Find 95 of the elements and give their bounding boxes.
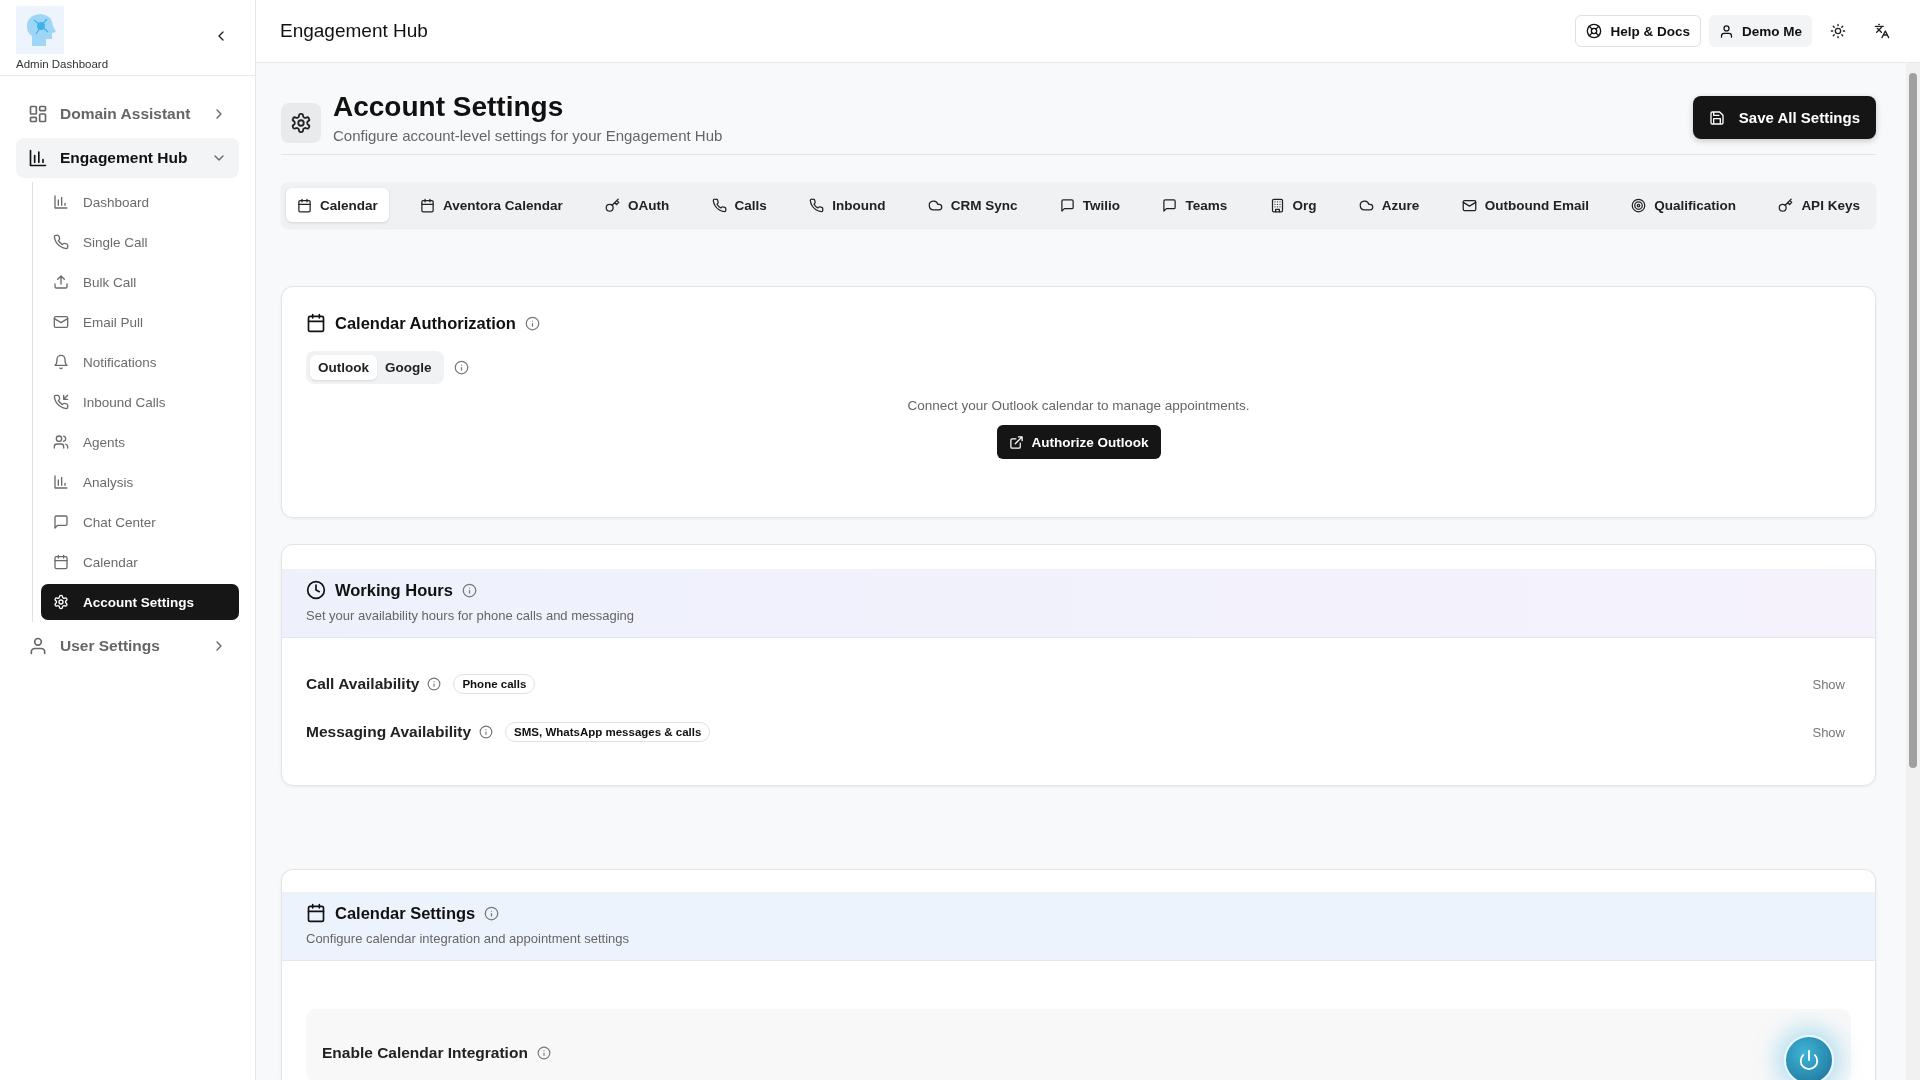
phone-icon: [53, 234, 69, 250]
authorization-message: Connect your Outlook calendar to manage appointments.: [906, 398, 1251, 413]
nav-subitem[interactable]: Dashboard: [41, 184, 239, 220]
nav-subitem[interactable]: Calendar: [41, 544, 239, 580]
info-icon: [453, 360, 469, 375]
tab[interactable]: OAuth: [594, 188, 681, 222]
users-icon: [53, 434, 69, 450]
nav-subitem[interactable]: Email Pull: [41, 304, 239, 340]
settings-icon: [53, 594, 69, 610]
info-icon: [524, 315, 540, 331]
show-button[interactable]: Show: [1806, 675, 1851, 693]
nav-subitem[interactable]: Chat Center: [41, 504, 239, 540]
provider-option[interactable]: Google: [377, 355, 440, 380]
clock-icon: [306, 580, 326, 600]
info-icon: [484, 905, 500, 921]
tab[interactable]: API Keys: [1767, 188, 1871, 222]
nav-subitem[interactable]: Bulk Call: [41, 264, 239, 300]
bell-icon: [53, 354, 69, 370]
nav-subitem[interactable]: Notifications: [41, 344, 239, 380]
nav-subitem[interactable]: Single Call: [41, 224, 239, 260]
availability-label: Messaging Availability: [306, 723, 472, 741]
card-subtitle: Configure calendar integration and appointment settings: [306, 931, 631, 946]
info-icon: [536, 1046, 551, 1060]
card-title: Working Hours: [335, 580, 453, 600]
cloud-icon: [927, 197, 943, 213]
tab[interactable]: Inbound: [798, 188, 897, 222]
phone-icon: [711, 197, 727, 213]
app-title: Engagement Hub: [280, 20, 428, 42]
logo-caption: Admin Dashboard: [16, 57, 109, 70]
calendar-icon: [420, 197, 436, 213]
page-title: Account Settings: [333, 91, 565, 123]
info-icon: [479, 725, 494, 739]
save-button[interactable]: Save All Settings: [1692, 96, 1876, 139]
authorize-button[interactable]: Authorize Outlook: [996, 425, 1161, 459]
nav-item[interactable]: User Settings: [16, 626, 239, 666]
key-icon: [1778, 197, 1794, 213]
chat-icon: [1162, 197, 1178, 213]
tab[interactable]: Calls: [700, 188, 778, 222]
power-icon: [1798, 1049, 1820, 1071]
tab[interactable]: Aventora Calendar: [409, 188, 574, 222]
grid-icon: [28, 104, 48, 124]
info-icon: [461, 582, 477, 598]
help-button[interactable]: Help & Docs: [1575, 15, 1701, 47]
nav-subitem[interactable]: Inbound Calls: [41, 384, 239, 420]
availability-label: Call Availability: [306, 675, 420, 693]
translate-icon: [1874, 23, 1890, 39]
building-icon: [1269, 197, 1285, 213]
show-button[interactable]: Show: [1806, 723, 1851, 741]
calendar-icon: [297, 197, 312, 213]
user-icon: [28, 636, 48, 656]
settings-icon: [281, 103, 321, 143]
tab[interactable]: Azure: [1347, 188, 1431, 222]
nav-subitem[interactable]: Agents: [41, 424, 239, 460]
external-link-icon: [1008, 434, 1024, 450]
target-icon: [1631, 197, 1647, 213]
user-icon: [1719, 23, 1734, 39]
nav-item[interactable]: Engagement Hub: [16, 138, 239, 178]
phone-icon: [809, 197, 825, 213]
demo-button[interactable]: Demo Me: [1709, 15, 1812, 47]
tab[interactable]: Twilio: [1048, 188, 1132, 222]
scrollbar[interactable]: [1906, 63, 1920, 1080]
info-icon: [427, 677, 442, 691]
provider-option[interactable]: Outlook: [310, 355, 377, 380]
card-subtitle: Set your availability hours for phone calls and messaging: [306, 608, 636, 623]
chat-icon: [53, 514, 69, 530]
bar-chart-icon: [53, 474, 69, 490]
mail-icon: [53, 314, 69, 330]
page-subtitle: Configure account-level settings for your Engagement Hub: [333, 127, 724, 144]
key-icon: [605, 197, 620, 213]
mail-icon: [1461, 197, 1477, 213]
card-title: Calendar Settings: [335, 903, 476, 923]
tab[interactable]: CRM Sync: [916, 188, 1029, 222]
save-icon: [1708, 109, 1725, 126]
tab[interactable]: Qualification: [1620, 188, 1748, 222]
tab[interactable]: Outbound Email: [1450, 188, 1600, 222]
lifebuoy-icon: [1586, 23, 1603, 39]
tab[interactable]: Teams: [1151, 188, 1239, 222]
nav-subitem[interactable]: Analysis: [41, 464, 239, 500]
nav-item[interactable]: Domain Assistant: [16, 94, 239, 134]
upload-icon: [53, 274, 69, 290]
tab[interactable]: Org: [1258, 188, 1328, 222]
nav-subitem[interactable]: Account Settings: [41, 584, 239, 620]
phone-incoming-icon: [53, 394, 69, 410]
cloud-icon: [1358, 197, 1374, 213]
calendar-icon: [306, 313, 326, 333]
calendar-icon: [53, 554, 69, 570]
sun-icon: [1830, 23, 1846, 39]
bar-chart-icon: [53, 194, 69, 210]
tab[interactable]: Calendar: [286, 188, 389, 222]
card-title: Calendar Authorization: [335, 313, 516, 333]
calendar-icon: [306, 903, 326, 923]
bar-chart-icon: [28, 148, 48, 168]
setting-label: Enable Calendar Integration: [322, 1044, 528, 1062]
chat-icon: [1059, 197, 1075, 213]
logo-icon: [16, 5, 64, 54]
